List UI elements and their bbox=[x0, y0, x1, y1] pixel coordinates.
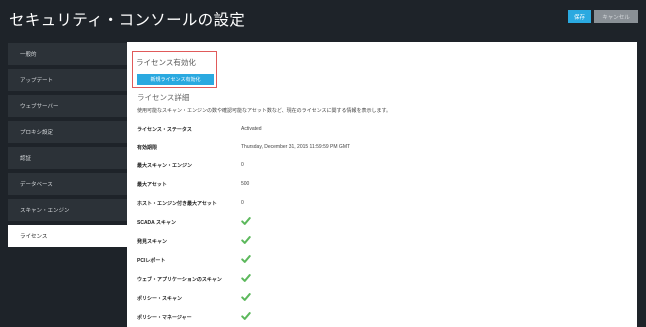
license-activation-title: ライセンス有効化 bbox=[136, 58, 196, 67]
row-value: Activated bbox=[241, 126, 262, 132]
license-panel: ライセンス有効化 新規ライセンス有効化 ライセンス詳細 使用可能なスキャン・エン… bbox=[127, 42, 637, 327]
license-row-pci: PCIレポート bbox=[137, 252, 627, 270]
checkmark-icon bbox=[241, 255, 251, 263]
license-details-description: 使用可能なスキャン・エンジンの数や確認可能なアセット数など、現在のライセンスに関… bbox=[137, 108, 392, 114]
sidebar-item-scan-engines[interactable]: スキャン・エンジン bbox=[8, 199, 127, 221]
row-label: ホスト・エンジン付き最大アセット bbox=[137, 201, 217, 207]
checkmark-icon bbox=[241, 293, 251, 301]
sidebar: 一般的 アップデート ウェブサーバー プロキシ設定 認証 データベース スキャン… bbox=[0, 38, 127, 327]
row-value: 500 bbox=[241, 181, 250, 187]
row-label: ウェブ・アプリケーションのスキャン bbox=[137, 277, 222, 283]
license-details-title: ライセンス詳細 bbox=[137, 93, 190, 102]
row-label: 有効期限 bbox=[137, 145, 158, 151]
sidebar-item-web-server[interactable]: ウェブサーバー bbox=[8, 95, 127, 117]
row-label: 最大スキャン・エンジン bbox=[137, 163, 193, 169]
checkmark-icon bbox=[241, 274, 251, 282]
row-value: Thursday, December 31, 2015 11:59:59 PM … bbox=[241, 144, 351, 150]
sidebar-item-updates[interactable]: アップデート bbox=[8, 69, 127, 91]
row-label: ポリシー・スキャン bbox=[137, 296, 183, 302]
license-row-max-hosted-assets: ホスト・エンジン付き最大アセット 0 bbox=[137, 195, 627, 213]
license-row-policy-scan: ポリシー・スキャン bbox=[137, 290, 627, 308]
license-row-scada: SCADA スキャン bbox=[137, 214, 627, 232]
sidebar-item-general[interactable]: 一般的 bbox=[8, 43, 127, 65]
license-row-policy-manager: ポリシー・マネージャー bbox=[137, 309, 627, 327]
license-activation-section: ライセンス有効化 新規ライセンス有効化 bbox=[132, 51, 217, 88]
sidebar-item-proxy[interactable]: プロキシ設定 bbox=[8, 121, 127, 143]
row-value: 0 bbox=[241, 200, 244, 206]
row-label: PCIレポート bbox=[137, 258, 166, 264]
sidebar-item-licensing[interactable]: ライセンス bbox=[8, 225, 127, 247]
sidebar-item-authentication[interactable]: 認証 bbox=[8, 147, 127, 169]
checkmark-icon bbox=[241, 312, 251, 320]
license-row-expiration: 有効期限 Thursday, December 31, 2015 11:59:5… bbox=[137, 139, 627, 157]
save-button[interactable]: 保存 bbox=[568, 10, 591, 23]
row-label: 最大アセット bbox=[137, 182, 167, 188]
activate-license-button[interactable]: 新規ライセンス有効化 bbox=[137, 74, 214, 85]
header-bar: セキュリティ・コンソールの設定 保存 キャンセル bbox=[0, 0, 646, 38]
row-value: 0 bbox=[241, 162, 244, 168]
license-row-max-scan-engines: 最大スキャン・エンジン 0 bbox=[137, 157, 627, 175]
cancel-button[interactable]: キャンセル bbox=[594, 10, 638, 23]
license-row-max-assets: 最大アセット 500 bbox=[137, 176, 627, 194]
checkmark-icon bbox=[241, 236, 251, 244]
license-row-discovery: 発見スキャン bbox=[137, 233, 627, 251]
page-title: セキュリティ・コンソールの設定 bbox=[9, 12, 246, 29]
row-label: 発見スキャン bbox=[137, 239, 168, 245]
row-label: SCADA スキャン bbox=[137, 220, 176, 226]
checkmark-icon bbox=[241, 217, 251, 225]
row-label: ポリシー・マネージャー bbox=[137, 315, 192, 321]
sidebar-item-database[interactable]: データベース bbox=[8, 173, 127, 195]
row-label: ライセンス・ステータス bbox=[137, 127, 192, 133]
license-row-web-app-scan: ウェブ・アプリケーションのスキャン bbox=[137, 271, 627, 289]
license-row-status: ライセンス・ステータス Activated bbox=[137, 121, 627, 139]
